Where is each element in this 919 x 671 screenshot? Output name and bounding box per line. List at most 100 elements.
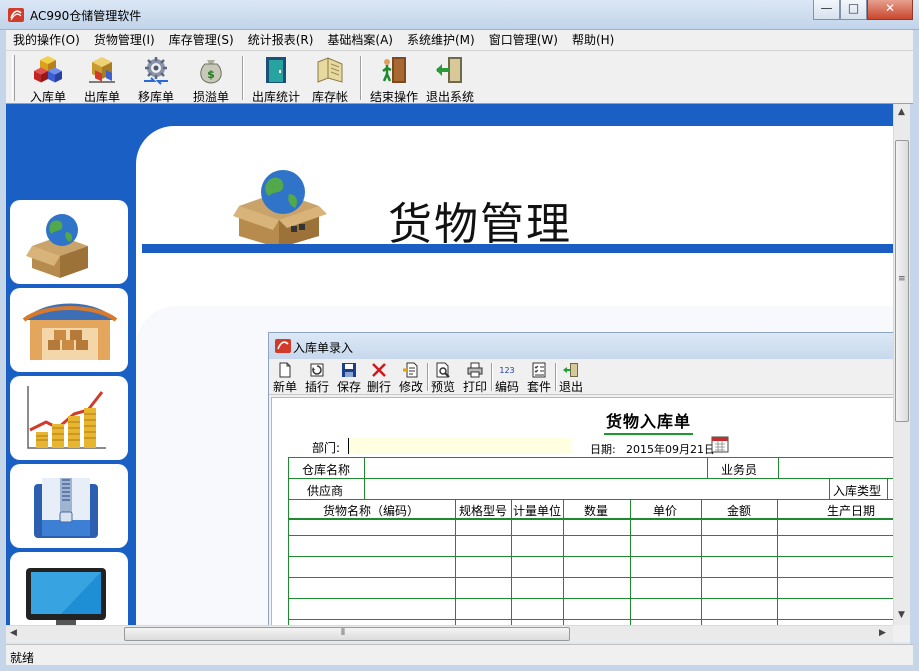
sidebar-item-warehouse[interactable] (10, 288, 128, 372)
transfer-button[interactable]: 移库单 (134, 54, 178, 104)
encode-button[interactable]: 123 编码 (493, 361, 521, 394)
grid-line (707, 458, 708, 479)
grid-line (887, 478, 888, 499)
scroll-corner (893, 625, 910, 642)
sidebar-item-goods[interactable] (10, 200, 128, 284)
scroll-grip-icon: ⦀ (341, 628, 345, 638)
status-text: 就绪 (10, 651, 35, 665)
vertical-scrollbar[interactable]: ▲ ≡ ▼ (893, 104, 910, 625)
insert-row-button[interactable]: 插行 (303, 361, 331, 394)
title-bar: AC990仓储管理软件 — □ ✕ (0, 0, 919, 30)
loss-gain-label: 损溢单 (192, 90, 229, 104)
scroll-right-icon[interactable]: ▶ (879, 628, 886, 638)
menu-window-management[interactable]: 窗口管理(W) (482, 30, 565, 50)
app-logo-icon (275, 339, 291, 353)
app-logo-icon (8, 8, 24, 22)
exit-button[interactable]: 退出 (557, 361, 585, 394)
sidebar-item-system[interactable] (10, 552, 128, 625)
window-title: AC990仓储管理软件 (30, 9, 142, 23)
grid-line (778, 458, 779, 479)
inbound-button[interactable]: 入库单 (26, 54, 70, 104)
date-value[interactable]: 2015年09月21日 (626, 441, 715, 457)
scroll-up-icon[interactable]: ▲ (898, 107, 905, 117)
calendar-icon[interactable] (711, 435, 729, 453)
goods-grid: 仓库名称 业务员 供应商 入库类型 货物名称（编码） 规格型号 计量单位 数量 … (288, 457, 893, 625)
supplier-label: 供应商 (307, 484, 344, 498)
maximize-button[interactable]: □ (840, 0, 867, 20)
menu-inventory-management[interactable]: 库存管理(S) (162, 30, 241, 50)
menu-statistics-reports[interactable]: 统计报表(R) (241, 30, 321, 50)
outbound-stats-button[interactable]: 出库统计 (248, 54, 304, 104)
column-header[interactable]: 金额 (727, 502, 751, 519)
menu-help[interactable]: 帮助(H) (565, 30, 621, 50)
delete-row-button[interactable]: 删行 (365, 361, 393, 394)
form-title: 货物入库单 (604, 408, 694, 435)
exit-system-button[interactable]: 退出系统 (422, 54, 478, 104)
svg-text:123: 123 (499, 366, 514, 375)
sidebar-item-statistics[interactable] (10, 376, 128, 460)
column-header[interactable]: 规格型号 (459, 502, 507, 519)
insert-row-label: 插行 (304, 380, 329, 394)
scroll-left-icon[interactable]: ◀ (10, 628, 17, 638)
new-button[interactable]: 新单 (271, 361, 299, 394)
inbound-cubes-icon (34, 56, 62, 83)
modify-button[interactable]: 修改 (397, 361, 425, 394)
banner-title: 货物管理 (388, 199, 572, 250)
outbound-button[interactable]: 出库单 (80, 54, 124, 104)
vertical-scroll-thumb[interactable]: ≡ (895, 140, 909, 422)
save-button[interactable]: 保存 (335, 361, 363, 394)
end-operation-button[interactable]: 结束操作 (366, 54, 422, 104)
minimize-icon: — (820, 1, 833, 15)
menu-system-maintenance[interactable]: 系统维护(M) (400, 30, 482, 50)
close-button[interactable]: ✕ (867, 0, 913, 20)
preview-button[interactable]: 预览 (429, 361, 457, 394)
scroll-grip-icon: ≡ (898, 274, 905, 284)
column-header[interactable]: 计量单位 (513, 502, 561, 519)
column-header[interactable]: 货物名称（编码） (323, 502, 419, 519)
column-header[interactable]: 数量 (584, 502, 608, 519)
print-button[interactable]: 打印 (461, 361, 489, 394)
horizontal-scroll-thumb[interactable]: ⦀ (124, 627, 570, 641)
new-document-icon (279, 362, 291, 378)
globe-box-icon (26, 214, 88, 278)
maximize-icon: □ (847, 1, 860, 15)
grid-line (289, 598, 893, 599)
grid-line (289, 535, 893, 536)
toolbar-grip[interactable] (12, 55, 15, 101)
coin-chart-icon (27, 386, 106, 449)
menu-my-operations[interactable]: 我的操作(O) (6, 30, 87, 50)
scroll-down-icon[interactable]: ▼ (898, 610, 905, 620)
banner-rule (142, 244, 893, 253)
exit-door-arrow-icon (436, 57, 462, 83)
kit-label: 套件 (526, 380, 551, 394)
kit-button[interactable]: 套件 (525, 361, 553, 394)
child-title-bar[interactable]: 入库单录入 (269, 333, 893, 359)
delete-row-label: 删行 (366, 380, 391, 394)
close-icon: ✕ (884, 1, 896, 15)
save-disk-icon (342, 363, 356, 377)
warehouse-label: 仓库名称 (302, 463, 351, 477)
menu-basic-records[interactable]: 基础档案(A) (320, 30, 400, 50)
grid-line (701, 499, 702, 625)
inbound-form: 货物入库单 部门: 日期: 2015年09月21日 仓库名称 业务员 供应商 入… (271, 397, 893, 625)
column-header[interactable]: 单价 (653, 502, 677, 519)
door-open-icon (266, 57, 286, 83)
menu-goods-management[interactable]: 货物管理(I) (87, 30, 162, 50)
child-window-title: 入库单录入 (293, 341, 354, 355)
grid-line (289, 577, 893, 578)
encode-label: 编码 (494, 380, 519, 394)
save-label: 保存 (336, 380, 361, 394)
column-header[interactable]: 生产日期 (827, 502, 875, 519)
archive-folder-icon (34, 478, 98, 538)
dept-label: 部门: (312, 441, 341, 455)
dept-input[interactable] (348, 438, 572, 454)
loss-gain-button[interactable]: $ 损溢单 (189, 54, 233, 104)
sidebar-item-archive[interactable] (10, 464, 128, 548)
print-label: 打印 (462, 380, 487, 394)
menu-bar: 我的操作(O) 货物管理(I) 库存管理(S) 统计报表(R) 基础档案(A) … (6, 30, 913, 50)
inbound-type-label: 入库类型 (833, 484, 882, 498)
minimize-button[interactable]: — (813, 0, 840, 20)
horizontal-scrollbar[interactable]: ◀ ⦀ ▶ (6, 625, 893, 642)
transfer-gear-icon (144, 57, 168, 85)
inventory-ledger-button[interactable]: 库存帐 (308, 54, 352, 104)
